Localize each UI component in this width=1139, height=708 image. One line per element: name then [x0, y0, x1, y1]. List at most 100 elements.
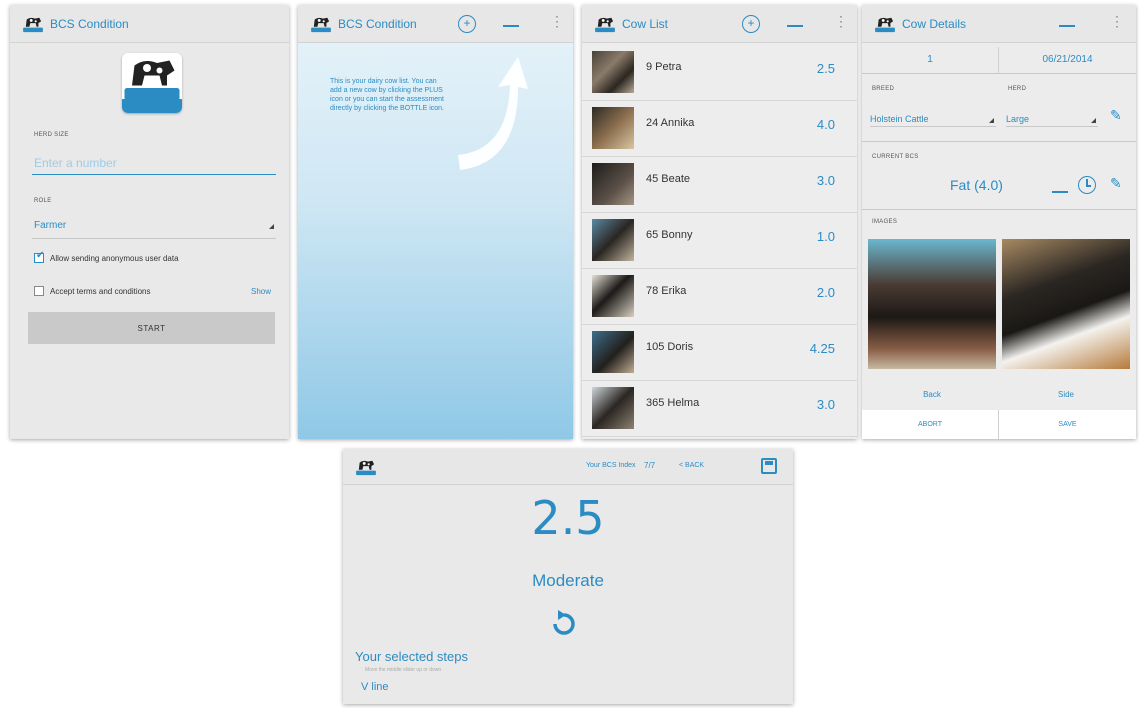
bcs-condition: Moderate — [532, 571, 604, 590]
allow-data-label: Allow sending anonymous user data — [50, 254, 179, 263]
screen-cow-list: Cow List + ⋮ 9 Petra 2.5 24 Annika 4.0 4… — [582, 5, 857, 439]
tab-date[interactable]: 06/21/2014 — [999, 47, 1136, 73]
action-bar: BCS Condition — [10, 5, 289, 43]
herd-select[interactable]: Large — [1006, 109, 1098, 127]
breed-select[interactable]: Holstein Cattle — [870, 109, 996, 127]
cow-name: 65 Bonny — [646, 229, 693, 241]
save-button-label: SAVE — [1058, 421, 1077, 428]
bottle-icon[interactable] — [787, 19, 803, 27]
screen-cow-details: Cow Details ⋮ 1 06/21/2014 BREED HERD Ho… — [862, 5, 1136, 439]
cow-row[interactable]: 45 Beate 3.0 — [582, 157, 857, 213]
edit-pencil-icon[interactable]: ✎ — [1110, 107, 1122, 124]
cow-row[interactable]: 105 Doris 4.25 — [582, 325, 857, 381]
cow-score: 2.5 — [816, 61, 835, 76]
cow-row[interactable]: 24 Annika 4.0 — [582, 101, 857, 157]
herd-size-input[interactable]: Enter a number — [34, 156, 117, 170]
screen-setup: BCS Condition HERD SIZE Enter a number R… — [10, 5, 289, 439]
tab-divider — [862, 73, 1136, 74]
cow-logo-icon — [122, 53, 182, 103]
tab-cow-number[interactable]: 1 — [862, 47, 999, 73]
tab-date-label: 06/21/2014 — [1042, 54, 1093, 65]
checkmark-icon: ✔ — [36, 250, 45, 261]
cow-app-icon — [310, 15, 332, 33]
terms-label: Accept terms and conditions — [50, 287, 151, 296]
app-title: BCS Condition — [50, 16, 129, 31]
empty-list-hint: This is your dairy cow list. You can add… — [330, 78, 444, 112]
show-terms-link[interactable]: Show — [251, 287, 271, 296]
cow-thumbnail — [592, 331, 634, 373]
save-disk-icon[interactable] — [761, 458, 777, 474]
step-counter: 7/7 — [644, 461, 656, 470]
cow-thumbnail — [592, 51, 634, 93]
terms-checkbox[interactable] — [34, 286, 44, 296]
cow-back-image[interactable] — [868, 239, 996, 369]
dropdown-corner-icon — [1091, 118, 1096, 123]
back-link[interactable]: < BACK — [679, 462, 704, 469]
history-clock-icon[interactable] — [1078, 176, 1096, 194]
herd-value: Large — [1006, 114, 1030, 124]
cow-app-icon — [22, 15, 44, 33]
breed-value: Holstein Cattle — [870, 114, 929, 124]
herd-label: HERD — [1008, 86, 1027, 92]
role-underline — [32, 238, 276, 239]
dropdown-corner-icon — [269, 224, 274, 229]
start-button-label: START — [137, 323, 166, 333]
current-bcs-value: Fat (4.0) — [950, 177, 1003, 193]
app-title: Cow Details — [902, 16, 967, 31]
app-title: Cow List — [622, 16, 669, 31]
abort-button[interactable]: ABORT — [862, 410, 999, 439]
images-label: IMAGES — [872, 219, 898, 225]
current-bcs-label: CURRENT BCS — [872, 154, 919, 160]
abort-button-label: ABORT — [918, 421, 942, 428]
side-image-label: Side — [1057, 390, 1074, 399]
cow-row[interactable]: 78 Erika 2.0 — [582, 269, 857, 325]
cow-app-icon — [355, 458, 377, 476]
cow-score: 2.0 — [816, 285, 835, 300]
add-cow-icon[interactable]: + — [458, 15, 476, 33]
cow-score: 4.25 — [809, 341, 835, 356]
add-cow-icon[interactable]: + — [742, 15, 760, 33]
back-image-label: Back — [923, 390, 941, 399]
cow-name: 105 Doris — [646, 341, 694, 353]
overflow-menu-icon[interactable]: ⋮ — [834, 13, 848, 30]
cow-side-image[interactable] — [1002, 239, 1130, 369]
allow-data-checkbox[interactable]: ✔ — [34, 250, 45, 263]
start-button[interactable]: START — [28, 312, 275, 344]
bottle-icon[interactable] — [1059, 19, 1075, 27]
cow-thumbnail — [592, 219, 634, 261]
section-divider — [862, 209, 1136, 210]
action-bar: BCS Condition — [298, 5, 573, 43]
cow-row[interactable]: 365 Helma 3.0 — [582, 381, 857, 437]
selected-step-item[interactable]: V line — [361, 681, 389, 693]
cow-row[interactable]: 65 Bonny 1.0 — [582, 213, 857, 269]
tab-cow-number-label: 1 — [927, 54, 933, 65]
cow-thumbnail — [592, 107, 634, 149]
overflow-menu-icon[interactable]: ⋮ — [1110, 13, 1124, 30]
cow-name: 365 Helma — [646, 397, 700, 409]
action-bar: Cow Details — [862, 5, 1136, 43]
herd-size-label: HERD SIZE — [34, 132, 69, 138]
restart-icon[interactable] — [549, 609, 579, 639]
bottle-icon[interactable] — [503, 19, 519, 27]
cow-name: 9 Petra — [646, 61, 682, 73]
overflow-menu-icon[interactable]: ⋮ — [550, 13, 564, 30]
selected-steps-hint: Move the middle slider up or down — [365, 667, 442, 673]
cow-name: 45 Beate — [646, 173, 691, 185]
bottle-icon[interactable] — [1052, 185, 1068, 193]
app-title: BCS Condition — [338, 16, 417, 31]
save-button[interactable]: SAVE — [999, 410, 1136, 439]
role-select[interactable]: Farmer — [32, 216, 276, 238]
cow-score: 4.0 — [816, 117, 835, 132]
cow-app-icon — [594, 15, 616, 33]
cow-row[interactable]: 9 Petra 2.5 — [582, 45, 857, 101]
cow-score: 3.0 — [816, 173, 835, 188]
cow-score: 3.0 — [816, 397, 835, 412]
arrow-up-icon — [458, 57, 528, 170]
screen-bcs-result: Your BCS Index 7/7 < BACK 2.5 Moderate Y… — [343, 449, 793, 704]
cow-thumbnail — [592, 387, 634, 429]
selected-steps-title: Your selected steps — [355, 649, 468, 664]
breed-label: BREED — [872, 86, 895, 92]
action-bar: Cow List — [582, 5, 857, 43]
edit-pencil-icon[interactable]: ✎ — [1110, 175, 1122, 192]
cow-score: 1.0 — [816, 229, 835, 244]
